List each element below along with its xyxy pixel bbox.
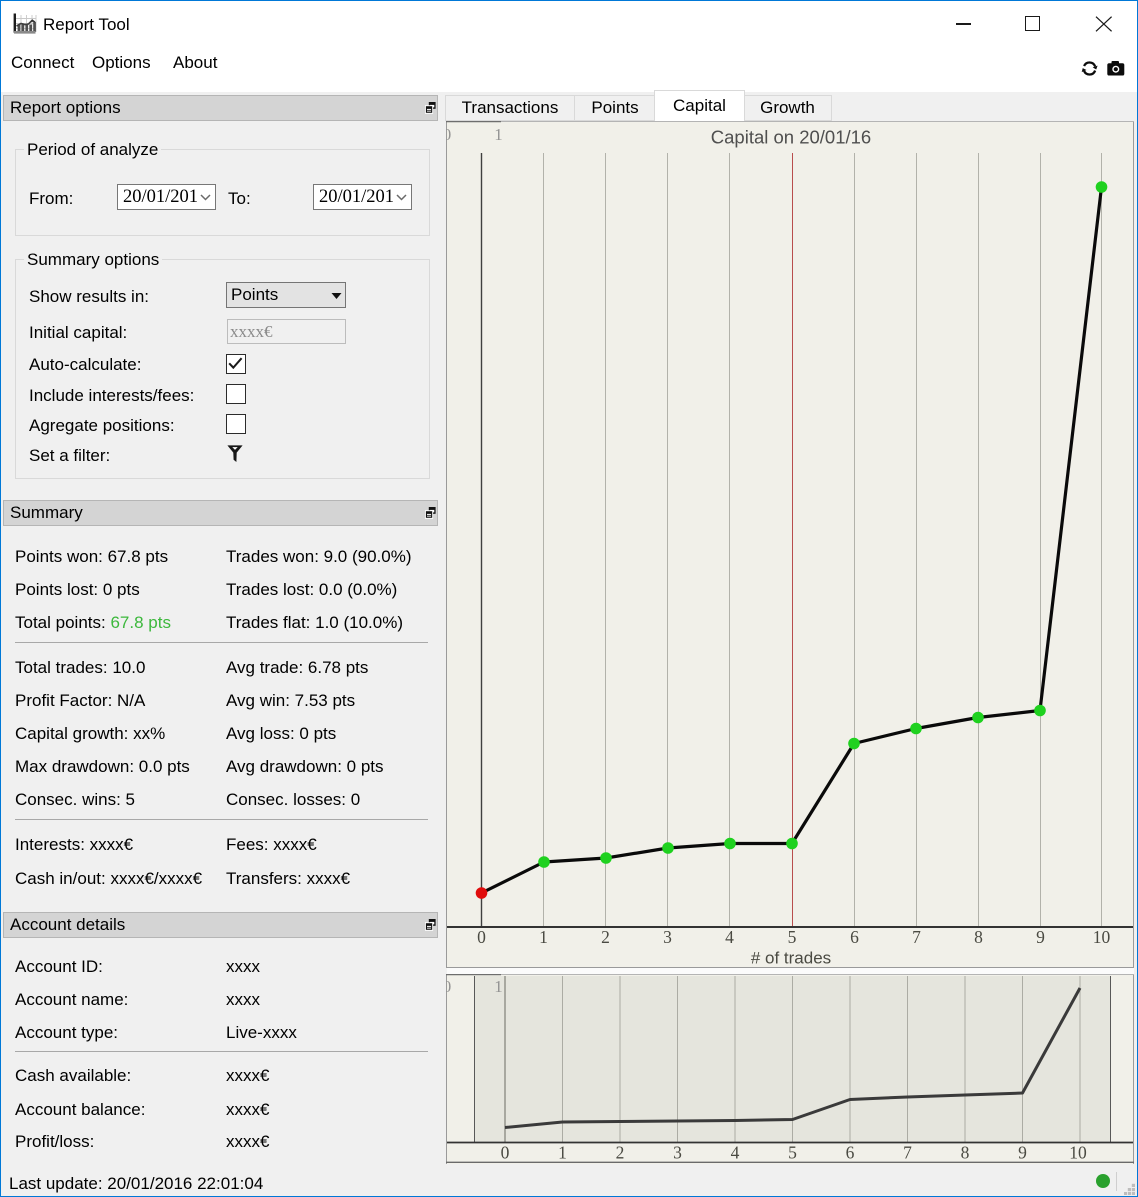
svg-text:4: 4 [731,1143,740,1163]
svg-text:10: 10 [1093,927,1111,947]
svg-text:# of trades: # of trades [751,949,831,968]
svg-text:3: 3 [673,1143,682,1163]
svg-text:Capital on 20/01/16: Capital on 20/01/16 [711,127,871,148]
svg-text:5: 5 [788,1143,797,1163]
svg-text:0: 0 [501,1143,510,1163]
svg-text:8: 8 [974,927,983,947]
svg-text:0: 0 [446,125,451,144]
svg-text:1: 1 [494,125,503,144]
svg-text:6: 6 [850,927,859,947]
svg-text:9: 9 [1018,1143,1027,1163]
svg-text:9: 9 [1036,927,1045,947]
svg-text:8: 8 [961,1143,970,1163]
svg-text:5: 5 [788,927,797,947]
svg-text:10: 10 [1069,1143,1087,1163]
svg-text:3: 3 [663,927,672,947]
svg-text:6: 6 [846,1143,855,1163]
svg-text:1: 1 [494,977,503,996]
svg-text:1: 1 [539,927,548,947]
svg-text:7: 7 [903,1143,912,1163]
svg-text:1: 1 [558,1143,567,1163]
svg-text:2: 2 [616,1143,625,1163]
svg-text:0: 0 [477,927,486,947]
svg-text:7: 7 [912,927,921,947]
svg-text:0: 0 [446,977,451,996]
svg-text:2: 2 [601,927,610,947]
svg-text:4: 4 [725,927,734,947]
